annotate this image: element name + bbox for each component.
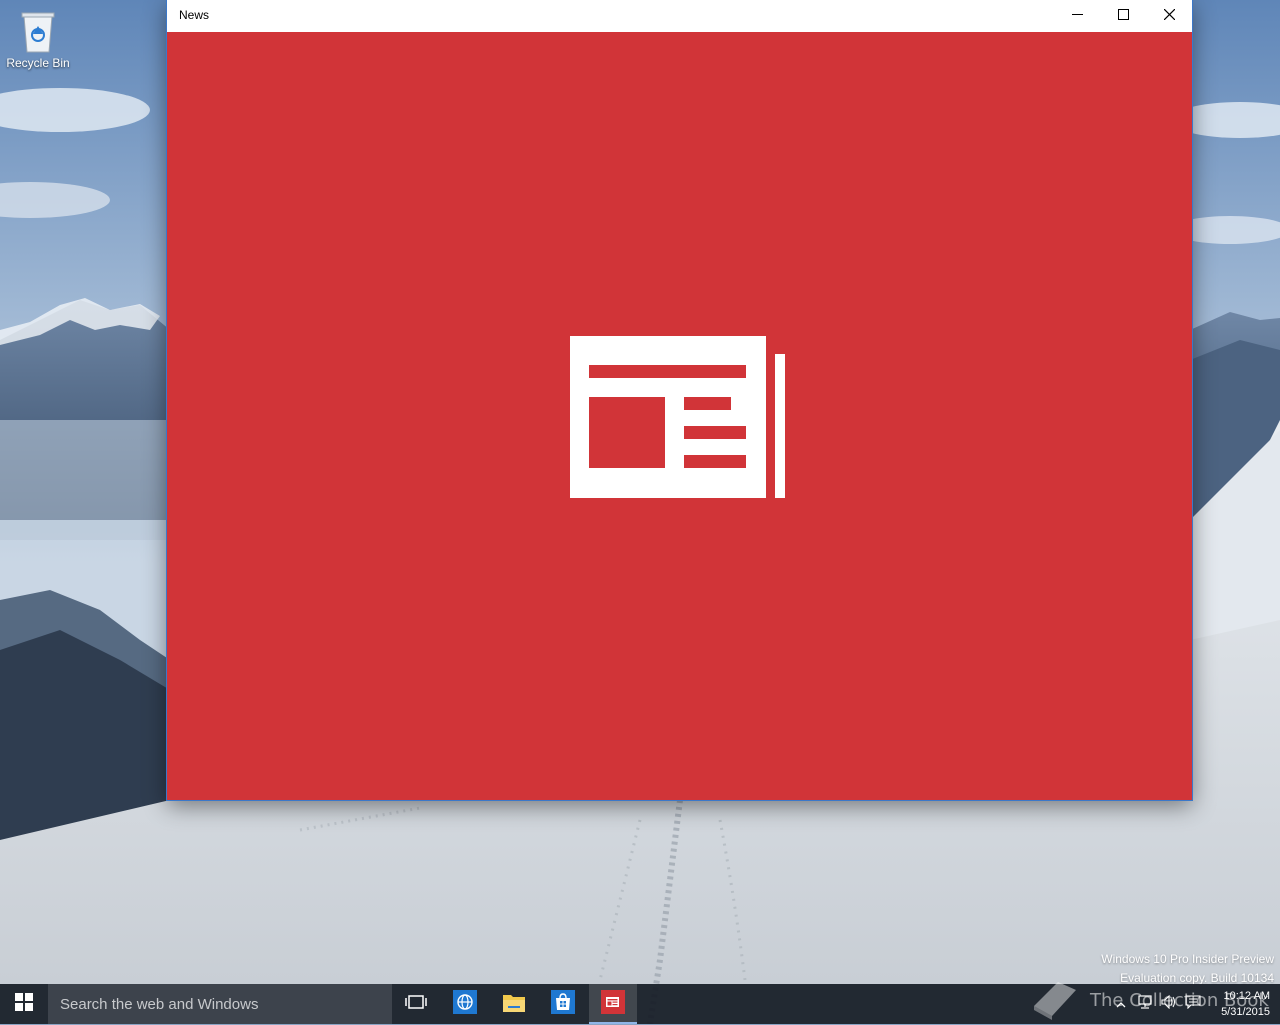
volume-icon bbox=[1161, 994, 1177, 1014]
windows-logo-icon bbox=[15, 992, 33, 1016]
folder-icon bbox=[502, 991, 526, 1018]
taskbar: Search the web and Windows 10:12 AM 5/31… bbox=[0, 984, 1280, 1024]
minimize-button[interactable] bbox=[1054, 0, 1100, 32]
newspaper-icon bbox=[570, 335, 786, 504]
news-app-window: News bbox=[167, 0, 1192, 800]
taskbar-clock[interactable]: 10:12 AM 5/31/2015 bbox=[1204, 988, 1270, 1020]
maximize-icon bbox=[1117, 7, 1129, 25]
clock-date: 5/31/2015 bbox=[1221, 1006, 1270, 1018]
watermark-line1: Windows 10 Pro Insider Preview bbox=[1101, 952, 1274, 966]
desktop-icon-label: Recycle Bin bbox=[6, 56, 70, 70]
window-titlebar[interactable]: News bbox=[167, 0, 1192, 32]
chevron-up-icon bbox=[1116, 995, 1126, 1013]
start-button[interactable] bbox=[0, 984, 48, 1024]
news-taskbar-button[interactable] bbox=[589, 984, 637, 1024]
search-box[interactable]: Search the web and Windows bbox=[48, 984, 392, 1024]
file-explorer-button[interactable] bbox=[490, 984, 538, 1024]
maximize-button[interactable] bbox=[1100, 0, 1146, 32]
task-view-button[interactable] bbox=[392, 984, 440, 1024]
minimize-icon bbox=[1071, 7, 1083, 25]
close-button[interactable] bbox=[1146, 0, 1192, 32]
globe-icon bbox=[453, 989, 477, 1019]
action-center-button[interactable] bbox=[1184, 994, 1202, 1014]
action-center-icon bbox=[1185, 994, 1201, 1014]
desktop-icon-recycle-bin[interactable]: Recycle Bin bbox=[4, 8, 72, 70]
recycle-bin-icon bbox=[18, 8, 58, 54]
show-hidden-icons-button[interactable] bbox=[1112, 995, 1130, 1013]
search-placeholder: Search the web and Windows bbox=[60, 995, 259, 1013]
build-watermark: Windows 10 Pro Insider Preview Evaluatio… bbox=[1101, 950, 1274, 988]
volume-button[interactable] bbox=[1160, 994, 1178, 1014]
network-icon bbox=[1137, 994, 1153, 1014]
clock-time: 10:12 AM bbox=[1223, 990, 1270, 1002]
window-title: News bbox=[179, 8, 210, 22]
network-button[interactable] bbox=[1136, 994, 1154, 1014]
edge-button[interactable] bbox=[441, 984, 489, 1024]
news-icon bbox=[601, 989, 625, 1019]
close-icon bbox=[1163, 7, 1175, 25]
store-button[interactable] bbox=[539, 984, 587, 1024]
store-icon bbox=[551, 989, 575, 1019]
task-view-icon bbox=[405, 994, 427, 1015]
splash-screen bbox=[167, 32, 1192, 800]
